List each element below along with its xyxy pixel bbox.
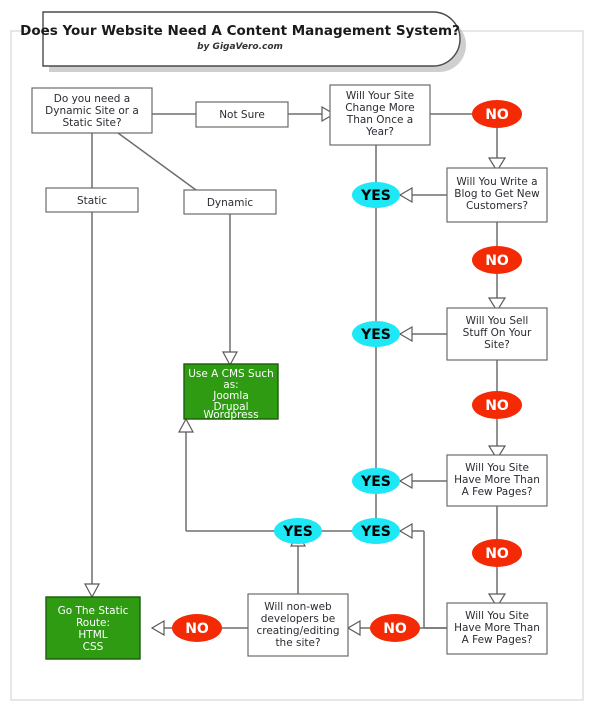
node-question-nonweb-developers[interactable]: Will non-web developers be creating/edit… bbox=[247, 593, 349, 657]
node-nonweb-line-3: the site? bbox=[275, 637, 320, 649]
node-not-sure[interactable]: Not Sure bbox=[195, 101, 289, 128]
arrowhead-yes-sell bbox=[398, 325, 413, 343]
node-question-pages-1[interactable]: Will You Site Have More Than A Few Pages… bbox=[446, 454, 548, 507]
badge-yes-nonweb: YES bbox=[274, 518, 322, 544]
node-blog-line-0: Will You Write a bbox=[456, 176, 537, 188]
node-nonweb-line-1: developers be bbox=[261, 613, 336, 625]
arrowhead-to-cms-bottom bbox=[177, 417, 195, 433]
badge-no-sell-label: NO bbox=[485, 398, 509, 414]
node-staticroute-line-0: Go The Static bbox=[58, 605, 129, 617]
badge-no-blog-label: NO bbox=[485, 253, 509, 269]
arrowhead-no-to-nonweb bbox=[346, 619, 361, 637]
arrowhead-to-static-route bbox=[83, 583, 101, 599]
badge-yes-nonweb-label: YES bbox=[282, 524, 313, 540]
arrowhead-yes-pages2 bbox=[398, 522, 413, 540]
node-change-line-2: Than Once a bbox=[346, 114, 413, 126]
node-outcome-cms[interactable]: Use A CMS Such as: Joomla Drupal Wordpre… bbox=[183, 363, 279, 421]
node-staticroute-line-2: HTML bbox=[78, 629, 107, 641]
node-start-line-2: Static Site? bbox=[62, 117, 121, 129]
arrowhead-yes-blog bbox=[398, 186, 413, 204]
node-pages1-line-1: Have More Than bbox=[454, 474, 540, 486]
node-not-sure-label: Not Sure bbox=[219, 109, 265, 121]
node-pages2-line-0: Will You Site bbox=[465, 610, 529, 622]
badge-yes-pages2-label: YES bbox=[360, 524, 391, 540]
banner-subtitle: by GigaVero.com bbox=[197, 42, 283, 52]
node-static[interactable]: Static bbox=[45, 187, 139, 213]
node-start-line-1: Dynamic Site or a bbox=[45, 105, 139, 117]
node-change-line-0: Will Your Site bbox=[346, 90, 414, 102]
node-change-line-1: Change More bbox=[345, 102, 415, 114]
badge-no-nonweb: NO bbox=[172, 614, 222, 642]
badge-yes-change-label: YES bbox=[360, 188, 391, 204]
badge-yes-pages1-label: YES bbox=[360, 474, 391, 490]
node-pages2-line-1: Have More Than bbox=[454, 622, 540, 634]
arrowhead-yes-pages1 bbox=[398, 472, 413, 490]
badge-no-change-label: NO bbox=[485, 107, 509, 123]
banner-title: Does Your Website Need A Content Managem… bbox=[20, 23, 460, 39]
node-question-blog[interactable]: Will You Write a Blog to Get New Custome… bbox=[446, 167, 548, 223]
badge-yes-change: YES bbox=[352, 182, 400, 208]
connector-layer bbox=[83, 105, 507, 637]
badge-no-pages2: NO bbox=[370, 614, 420, 642]
node-question-change-frequency[interactable]: Will Your Site Change More Than Once a Y… bbox=[329, 84, 431, 146]
badge-yes-pages1: YES bbox=[352, 468, 400, 494]
node-sell-line-0: Will You Sell bbox=[466, 315, 529, 327]
node-pages1-line-2: A Few Pages? bbox=[462, 486, 533, 498]
flowchart-canvas: Does Your Website Need A Content Managem… bbox=[0, 0, 600, 717]
node-pages1-line-0: Will You Site bbox=[465, 462, 529, 474]
badge-no-pages1-label: NO bbox=[485, 546, 509, 562]
badge-no-change: NO bbox=[472, 100, 522, 128]
node-static-label: Static bbox=[77, 195, 107, 207]
badge-no-pages2-label: NO bbox=[383, 621, 407, 637]
badge-no-blog: NO bbox=[472, 246, 522, 274]
badge-no-nonweb-label: NO bbox=[185, 621, 209, 637]
badge-yes-pages2: YES bbox=[352, 518, 400, 544]
badge-no-sell: NO bbox=[472, 391, 522, 419]
node-question-pages-2[interactable]: Will You Site Have More Than A Few Pages… bbox=[446, 602, 548, 655]
arrowhead-no-to-static-route bbox=[150, 619, 165, 637]
node-sell-line-1: Stuff On Your bbox=[463, 327, 532, 339]
node-outcome-static-route[interactable]: Go The Static Route: HTML CSS bbox=[45, 596, 141, 660]
node-nonweb-line-2: creating/editing bbox=[256, 625, 339, 637]
title-banner: Does Your Website Need A Content Managem… bbox=[20, 11, 466, 72]
node-start[interactable]: Do you need a Dynamic Site or a Static S… bbox=[31, 87, 153, 134]
node-blog-line-1: Blog to Get New bbox=[454, 188, 540, 200]
node-nonweb-line-0: Will non-web bbox=[264, 601, 332, 613]
node-start-line-0: Do you need a bbox=[54, 93, 131, 105]
node-staticroute-line-1: Route: bbox=[76, 617, 110, 629]
node-pages2-line-2: A Few Pages? bbox=[462, 634, 533, 646]
badge-no-pages1: NO bbox=[472, 539, 522, 567]
node-cms-line-4: Wordpress bbox=[203, 409, 258, 421]
arrowhead-to-cms-top bbox=[221, 351, 239, 367]
node-dynamic[interactable]: Dynamic bbox=[183, 189, 277, 215]
node-staticroute-line-3: CSS bbox=[83, 641, 104, 653]
node-blog-line-2: Customers? bbox=[466, 200, 528, 212]
node-sell-line-2: Site? bbox=[484, 339, 510, 351]
badge-yes-sell-label: YES bbox=[360, 327, 391, 343]
node-dynamic-label: Dynamic bbox=[207, 197, 254, 209]
node-question-sell[interactable]: Will You Sell Stuff On Your Site? bbox=[446, 307, 548, 361]
node-change-line-3: Year? bbox=[365, 126, 394, 138]
badge-yes-sell: YES bbox=[352, 321, 400, 347]
